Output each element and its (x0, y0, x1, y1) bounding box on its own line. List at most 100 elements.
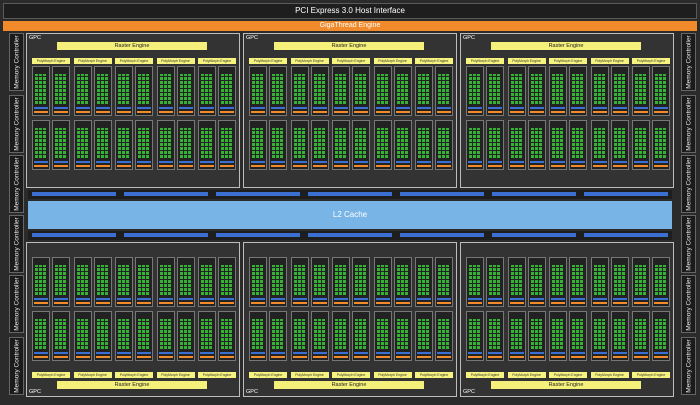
sm (218, 120, 236, 170)
tpc: PolyMorph Engine (290, 253, 329, 378)
texture-units (200, 352, 214, 354)
shared-memory (488, 165, 502, 167)
cuda-cores (252, 128, 264, 158)
cuda-cores (118, 128, 130, 158)
polymorph-engine: PolyMorph Engine (156, 58, 195, 64)
texture-units (75, 107, 90, 109)
tpc: PolyMorph Engine (249, 253, 287, 378)
cuda-cores (159, 74, 172, 104)
shared-memory (592, 302, 607, 304)
memory-controller-right-4: Memory Controller (681, 215, 696, 273)
shared-memory (612, 165, 627, 167)
bus-segment (584, 192, 668, 196)
cuda-cores (55, 74, 67, 104)
polymorph-engine: PolyMorph Engine (415, 58, 453, 64)
bus-segment (400, 192, 484, 196)
texture-units (271, 161, 285, 163)
sm (652, 66, 670, 116)
sm (435, 257, 453, 307)
sm (249, 120, 267, 170)
shared-memory (529, 111, 544, 113)
sm (198, 120, 216, 170)
memory-controller-left-3: Memory Controller (9, 155, 24, 213)
bus-segment (124, 233, 208, 237)
cuda-cores (35, 128, 47, 158)
cuda-cores (221, 265, 233, 295)
gpc-label: GPC (246, 35, 258, 41)
sm (415, 120, 433, 170)
tpc: PolyMorph Engine (549, 253, 587, 378)
texture-units (592, 352, 607, 354)
polymorph-engine: PolyMorph Engine (632, 372, 670, 378)
shared-memory (220, 302, 234, 304)
shared-memory (117, 111, 131, 113)
gpc-2: GPC Raster Engine PolyMorph Engine PolyMorp… (243, 33, 457, 188)
polymorph-engine: PolyMorph Engine (632, 58, 670, 64)
shared-memory (220, 111, 234, 113)
cuda-cores (35, 265, 47, 295)
sm (610, 311, 629, 361)
texture-units (117, 352, 131, 354)
memory-controller-label: Memory Controller (685, 339, 692, 393)
polymorph-engine: PolyMorph Engine (73, 372, 112, 378)
texture-units (220, 298, 234, 300)
sm (156, 311, 175, 361)
shared-memory (334, 165, 348, 167)
sm (527, 311, 546, 361)
texture-units (468, 298, 482, 300)
polymorph-engine: PolyMorph Engine (507, 372, 546, 378)
cuda-cores (572, 319, 584, 349)
gpc-label: GPC (29, 35, 41, 41)
texture-units (529, 298, 544, 300)
texture-units (634, 298, 648, 300)
shared-memory (251, 302, 265, 304)
texture-units (437, 161, 451, 163)
cuda-cores (159, 265, 172, 295)
polymorph-engine: PolyMorph Engine (32, 58, 70, 64)
memory-controller-label: Memory Controller (13, 97, 20, 151)
shared-memory (292, 165, 307, 167)
cuda-cores (510, 319, 523, 349)
sm (332, 311, 350, 361)
polymorph-engine: PolyMorph Engine (590, 372, 629, 378)
texture-units (54, 107, 68, 109)
cuda-cores (55, 128, 67, 158)
shared-memory (117, 165, 131, 167)
texture-units (417, 161, 431, 163)
shared-memory (509, 302, 524, 304)
texture-units (200, 298, 214, 300)
cuda-cores (221, 319, 233, 349)
shared-memory (75, 302, 90, 304)
texture-units (334, 352, 348, 354)
cuda-cores (655, 265, 667, 295)
cuda-cores (96, 74, 109, 104)
cuda-cores (138, 319, 150, 349)
shared-memory (200, 302, 214, 304)
texture-units (54, 352, 68, 354)
texture-units (509, 298, 524, 300)
bus-segment (308, 192, 392, 196)
sm (218, 311, 236, 361)
cuda-cores (221, 74, 233, 104)
shared-memory (54, 165, 68, 167)
texture-units (271, 107, 285, 109)
cuda-cores (335, 128, 347, 158)
texture-units (509, 107, 524, 109)
memory-controller-left-6: Memory Controller (9, 337, 24, 395)
sm (249, 257, 267, 307)
texture-units (375, 107, 390, 109)
texture-units (34, 161, 48, 163)
sm (549, 66, 567, 116)
sm (466, 311, 484, 361)
cuda-cores (418, 319, 430, 349)
sm (569, 66, 587, 116)
shared-memory (488, 302, 502, 304)
shared-memory (117, 356, 131, 358)
texture-units (34, 107, 48, 109)
shared-memory (468, 356, 482, 358)
texture-units (178, 161, 193, 163)
gpc-3: GPC Raster Engine PolyMorph Engine PolyMorp… (460, 33, 674, 188)
shared-memory (417, 302, 431, 304)
cuda-cores (489, 128, 501, 158)
cuda-cores (76, 319, 89, 349)
